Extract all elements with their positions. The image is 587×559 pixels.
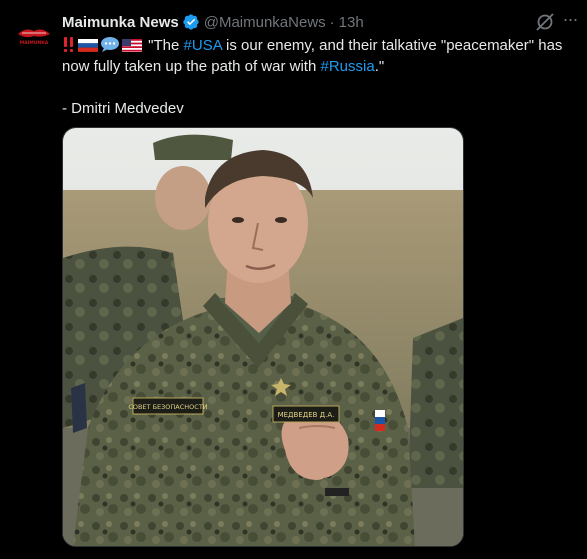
tweet-text: "The #USA is our enemy, and their talkat… xyxy=(62,35,567,119)
tweet[interactable]: MAIMUNKA Maimunka News @MaimunkaNews · 1… xyxy=(0,0,587,559)
speech-bubble-icon xyxy=(101,37,119,52)
timestamp[interactable]: 13h xyxy=(339,14,364,31)
grok-icon[interactable] xyxy=(534,11,556,33)
media-photo: СОВЕТ БЕЗОПАСНОСТИ МЕДВЕДЕВ Д.А. xyxy=(63,128,463,546)
verified-badge-icon xyxy=(183,14,199,30)
display-name[interactable]: Maimunka News xyxy=(62,14,179,31)
patch-name-tag: МЕДВЕДЕВ Д.А. xyxy=(278,411,335,419)
usa-flag-icon xyxy=(122,39,142,52)
tweet-media[interactable]: СОВЕТ БЕЗОПАСНОСТИ МЕДВЕДЕВ Д.А. xyxy=(62,127,464,547)
hashtag-russia[interactable]: #Russia xyxy=(320,58,374,75)
tweet-text-segment: "The xyxy=(148,37,184,54)
tweet-quote: "The #USA is our enemy, and their talkat… xyxy=(62,35,567,77)
avatar-logo-text: MAIMUNKA xyxy=(20,40,49,46)
double-exclamation-icon xyxy=(64,37,73,52)
tweet-signature: - Dmitri Medvedev xyxy=(62,100,184,117)
russia-flag-icon xyxy=(78,39,98,52)
handle[interactable]: @MaimunkaNews xyxy=(204,14,326,31)
tweet-text-segment: ." xyxy=(374,58,385,75)
more-options-icon[interactable]: ··· xyxy=(560,10,580,32)
separator-dot: · xyxy=(329,13,335,31)
patch-security-council: СОВЕТ БЕЗОПАСНОСТИ xyxy=(128,403,207,411)
hashtag-usa[interactable]: #USA xyxy=(184,37,222,54)
tweet-header: Maimunka News @MaimunkaNews · 13h xyxy=(62,11,364,33)
avatar[interactable]: MAIMUNKA xyxy=(14,14,54,54)
